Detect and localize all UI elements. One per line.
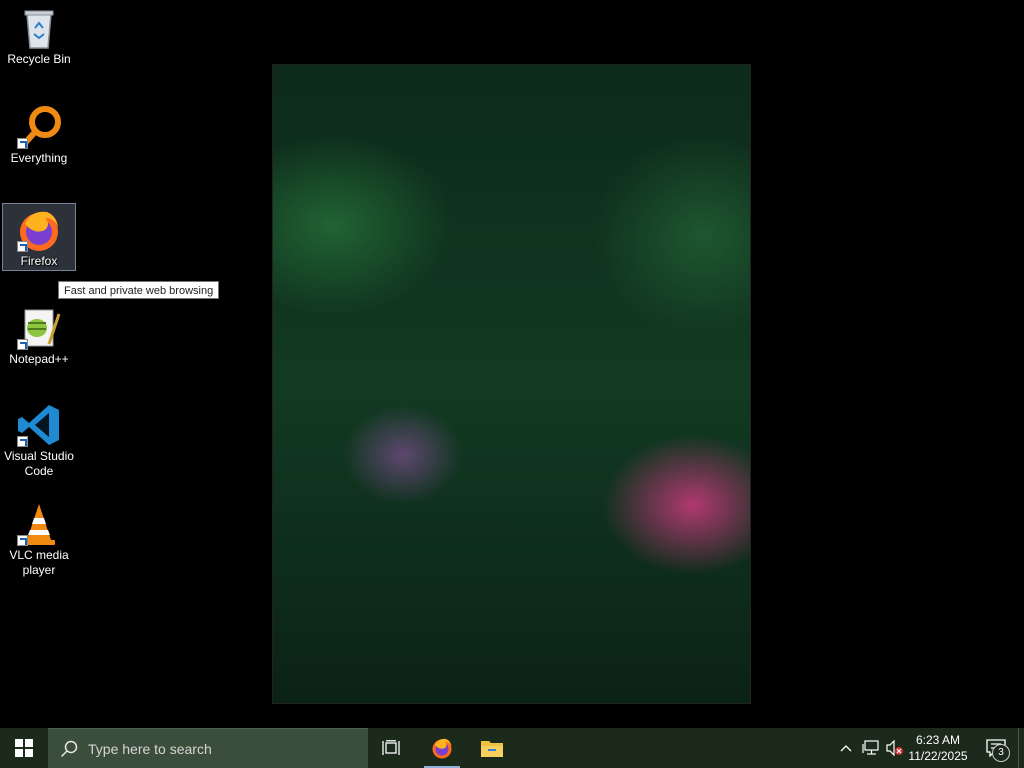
taskbar-firefox[interactable]: [418, 728, 466, 768]
task-view-icon: [382, 740, 400, 755]
clock-date: 11/22/2025: [908, 749, 968, 763]
desktop-icon-everything[interactable]: Everything: [2, 101, 76, 169]
windows-logo-icon: [15, 739, 33, 757]
file-explorer-icon: [481, 741, 503, 757]
desktop-icon-vlc[interactable]: VLC media player: [2, 498, 76, 584]
search-placeholder: Type here to search: [88, 740, 212, 757]
clock-time: 6:23 AM: [915, 733, 961, 747]
action-center-button[interactable]: 3: [976, 728, 1016, 768]
desktop-icon-firefox[interactable]: Firefox: [2, 203, 76, 271]
volume-muted-icon: [886, 740, 903, 756]
taskbar-file-explorer[interactable]: [468, 728, 516, 768]
tooltip: Fast and private web browsing: [58, 281, 220, 299]
vlc-icon: [15, 500, 63, 548]
notification-count-badge: 3: [992, 744, 1010, 762]
show-desktop-button[interactable]: [1018, 728, 1024, 768]
desktop-icon-label: Notepad++: [9, 352, 69, 366]
vscode-icon: [15, 401, 63, 449]
taskbar: Type here to search 6:23 AM 11/22/2025 3: [0, 728, 1024, 768]
chevron-up-icon: [840, 745, 852, 752]
show-hidden-icons-button[interactable]: [836, 728, 856, 768]
shortcut-arrow-icon: [17, 241, 28, 252]
desktop-icon-label: Recycle Bin: [7, 52, 71, 66]
desktop-icon-label: Everything: [10, 151, 68, 165]
desktop: Recycle Bin Everything Firefox Fast and …: [0, 0, 1024, 728]
search-icon: [60, 740, 78, 757]
desktop-icon-vscode[interactable]: Visual Studio Code: [2, 399, 76, 485]
desktop-icon-recycle-bin[interactable]: Recycle Bin: [2, 2, 76, 70]
shortcut-arrow-icon: [17, 138, 28, 149]
everything-search-icon: [15, 103, 63, 151]
recycle-bin-icon: [15, 4, 63, 52]
desktop-icon-label: Visual Studio Code: [4, 449, 74, 478]
firefox-icon: [15, 206, 63, 254]
volume-button[interactable]: [884, 728, 906, 768]
network-status-button[interactable]: [860, 728, 882, 768]
network-icon: [862, 740, 879, 755]
start-button[interactable]: [0, 728, 48, 768]
desktop-icon-label: VLC media player: [9, 548, 69, 577]
desktop-icon-label: Firefox: [20, 254, 58, 268]
firefox-icon: [432, 738, 452, 759]
desktop-icon-notepad-plus-plus[interactable]: Notepad++: [2, 302, 76, 370]
shortcut-arrow-icon: [17, 339, 28, 350]
notepad-plus-plus-icon: [15, 304, 63, 352]
shortcut-arrow-icon: [17, 535, 28, 546]
taskbar-search-box[interactable]: Type here to search: [48, 728, 368, 768]
wallpaper-photo: [272, 64, 751, 704]
task-view-button[interactable]: [368, 728, 416, 768]
shortcut-arrow-icon: [17, 436, 28, 447]
clock[interactable]: 6:23 AM 11/22/2025: [906, 728, 970, 768]
